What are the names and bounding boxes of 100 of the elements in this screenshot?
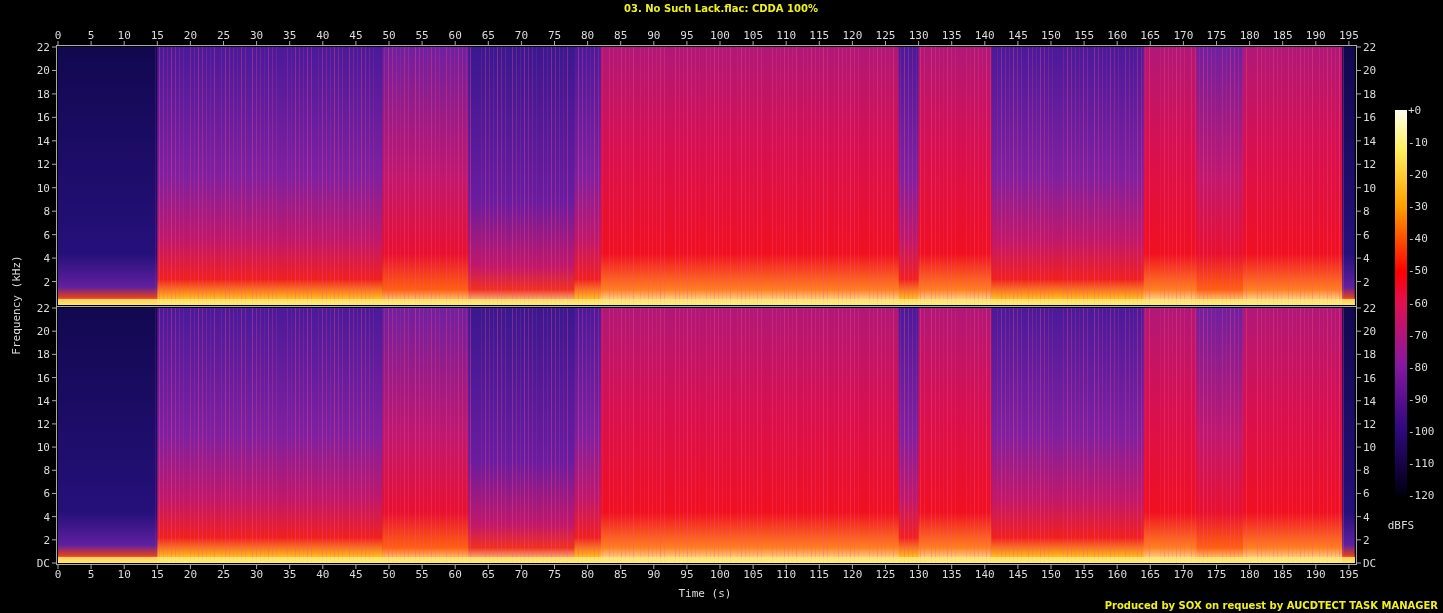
- time-tick-label: 180: [1239, 29, 1260, 42]
- time-tick-label: 45: [349, 568, 363, 581]
- time-axis-label: Time (s): [678, 587, 732, 600]
- color-scale-unit: dBFS: [1387, 519, 1415, 532]
- frequency-tick-label: 22: [36, 302, 50, 315]
- frequency-axis-label: Frequency (kHz): [10, 255, 23, 355]
- time-tick-label: 40: [316, 29, 330, 42]
- frequency-tick-label: 20: [1363, 64, 1377, 78]
- time-tick-label: 5: [87, 29, 95, 42]
- frequency-tick-label: 4: [43, 252, 50, 266]
- time-tick-label: 10: [117, 29, 131, 42]
- color-scale-label: -20: [1408, 168, 1428, 182]
- color-scale-label: -40: [1408, 232, 1428, 246]
- time-tick-label: 115: [809, 29, 830, 42]
- time-tick-label: 75: [547, 568, 562, 581]
- frequency-tick-label: 18: [1363, 348, 1377, 362]
- time-tick-label: 80: [580, 568, 595, 581]
- time-tick-label: 110: [776, 568, 797, 581]
- time-tick-label: 10: [117, 568, 131, 581]
- time-tick-label: 35: [283, 29, 297, 42]
- time-tick-label: 135: [941, 29, 962, 42]
- frequency-tick-label: 18: [36, 87, 50, 101]
- time-tick-label: 115: [809, 568, 830, 581]
- frequency-tick-label: 12: [36, 417, 50, 431]
- time-tick-label: 145: [1007, 29, 1028, 42]
- frequency-tick-label: 2: [1363, 533, 1370, 547]
- time-tick-label: 85: [614, 568, 628, 581]
- time-tick-label: 45: [349, 29, 363, 42]
- frequency-tick-label: 16: [36, 111, 50, 125]
- time-tick-label: 70: [514, 29, 529, 42]
- frequency-tick-label: 8: [1363, 205, 1370, 219]
- frequency-tick-label: 4: [1363, 252, 1370, 266]
- time-tick-label: 130: [908, 568, 929, 581]
- time-tick-label: 20: [183, 29, 197, 42]
- frequency-tick-label: 20: [36, 64, 50, 78]
- time-tick-label: 120: [842, 29, 863, 42]
- color-scale-label: -60: [1408, 296, 1428, 310]
- frequency-tick-label: 22: [1363, 302, 1377, 315]
- time-tick-label: 100: [710, 568, 730, 581]
- time-tick-label: 195: [1338, 29, 1359, 42]
- color-scale-label: -30: [1408, 200, 1428, 214]
- time-tick-label: 75: [547, 29, 562, 42]
- color-scale-label: +0: [1408, 104, 1422, 117]
- time-tick-label: 15: [150, 29, 164, 42]
- frequency-tick-label: 10: [36, 441, 50, 455]
- frequency-tick-label: 16: [36, 371, 50, 385]
- time-tick-label: 150: [1041, 568, 1061, 581]
- frequency-tick-label: 2: [43, 533, 50, 547]
- frequency-tick-label: 6: [43, 228, 50, 242]
- time-tick-label: 20: [183, 568, 197, 581]
- time-tick-label: 105: [743, 29, 764, 42]
- frequency-tick-label: 16: [1363, 111, 1377, 125]
- time-tick-label: 185: [1272, 29, 1293, 42]
- time-tick-label: 165: [1140, 29, 1161, 42]
- time-tick-label: 140: [974, 568, 995, 581]
- time-tick-label: 5: [87, 568, 95, 581]
- time-tick-label: 35: [283, 568, 297, 581]
- time-tick-label: 65: [481, 568, 495, 581]
- time-tick-label: 130: [908, 29, 929, 42]
- time-tick-label: 185: [1272, 568, 1293, 581]
- time-tick-label: 95: [680, 568, 694, 581]
- time-tick-label: 55: [415, 568, 429, 581]
- frequency-tick-label: 12: [1363, 417, 1377, 431]
- time-tick-label: 0: [54, 29, 62, 42]
- time-tick-label: 55: [415, 29, 429, 42]
- frequency-tick-label: 12: [36, 158, 50, 172]
- frequency-tick-label: 20: [1363, 325, 1377, 339]
- time-tick-label: 15: [150, 568, 164, 581]
- footer-credit: Produced by SOX on request by AUCDTECT TASK MANAGER: [1104, 600, 1438, 611]
- time-tick-label: 190: [1305, 568, 1326, 581]
- time-tick-label: 155: [1074, 29, 1095, 42]
- time-tick-label: 140: [974, 29, 995, 42]
- frequency-tick-label: 20: [36, 325, 50, 339]
- time-tick-label: 60: [448, 568, 462, 581]
- frequency-tick-label: 10: [1363, 441, 1377, 455]
- frequency-tick-label: 2: [43, 275, 50, 289]
- frequency-tick-label: 2: [1363, 275, 1370, 289]
- time-tick-label: 160: [1107, 568, 1128, 581]
- time-tick-label: 70: [514, 568, 529, 581]
- time-tick-label: 110: [776, 29, 797, 42]
- time-tick-label: 150: [1041, 29, 1061, 42]
- time-tick-label: 175: [1206, 568, 1227, 581]
- color-scale-label: -110: [1408, 456, 1435, 470]
- frequency-tick-label: 22: [36, 41, 50, 54]
- time-tick-label: 160: [1107, 29, 1128, 42]
- time-tick-label: 25: [216, 29, 231, 42]
- time-tick-label: 100: [710, 29, 730, 42]
- time-tick-label: 165: [1140, 568, 1161, 581]
- color-scale-label: -80: [1408, 360, 1428, 374]
- frequency-tick-label: 6: [1363, 487, 1370, 501]
- frequency-tick-label: 6: [43, 487, 50, 501]
- time-tick-label: 30: [250, 568, 264, 581]
- frequency-tick-label: 10: [1363, 181, 1377, 195]
- time-tick-label: 50: [382, 568, 396, 581]
- time-tick-label: 60: [448, 29, 462, 42]
- time-tick-label: 125: [875, 29, 896, 42]
- time-tick-label: 170: [1173, 568, 1194, 581]
- frequency-tick-label: DC: [36, 557, 50, 570]
- color-scale-label: -120: [1408, 489, 1435, 502]
- time-tick-label: 120: [842, 568, 863, 581]
